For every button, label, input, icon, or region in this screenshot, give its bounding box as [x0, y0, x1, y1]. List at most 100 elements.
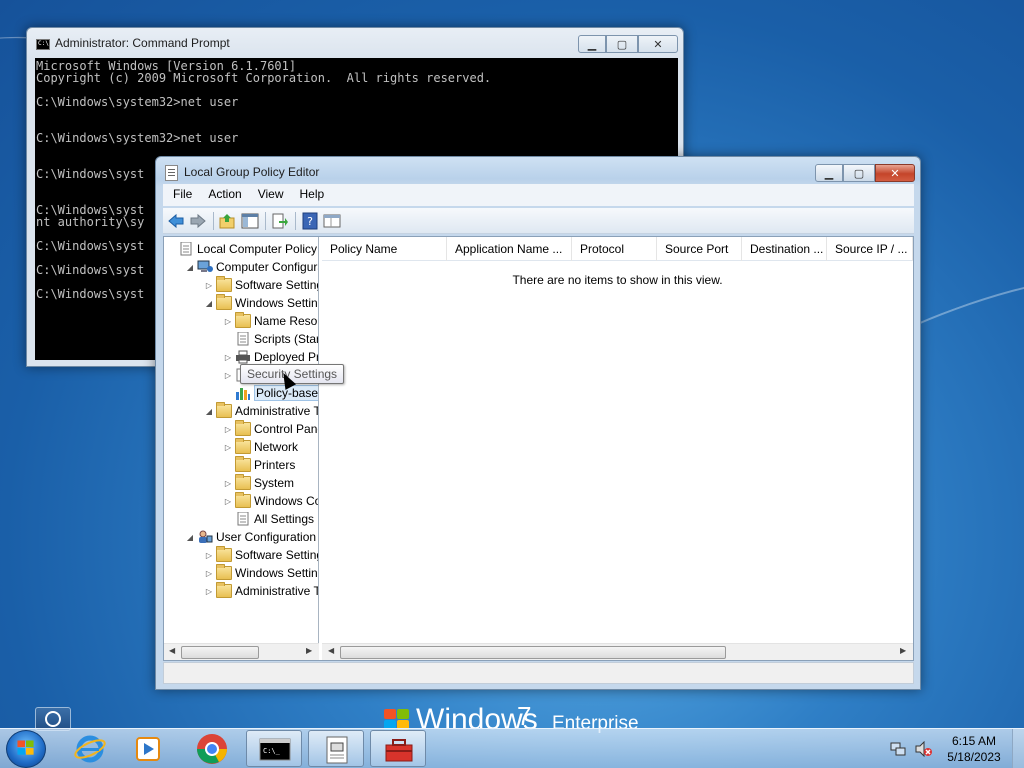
- close-button[interactable]: ✕: [638, 35, 678, 53]
- folder-icon: [235, 420, 251, 436]
- folder-icon: [235, 456, 251, 472]
- column-application-name[interactable]: Application Name ...: [447, 237, 572, 261]
- tree-node-label: Network: [254, 440, 299, 454]
- network-icon[interactable]: [890, 741, 906, 757]
- tree-node[interactable]: ▷ System: [223, 474, 294, 492]
- tree-node-label: Computer Configura: [216, 260, 319, 274]
- media-player-icon: [136, 737, 160, 761]
- policy-list-view[interactable]: Policy Name Application Name ... Protoco…: [322, 237, 913, 660]
- console-tree[interactable]: Local Computer Policy ◢ Computer Configura…: [164, 237, 319, 660]
- menu-view[interactable]: View: [248, 184, 290, 206]
- tree-node[interactable]: ▷ Name Resolu: [223, 312, 318, 330]
- tree-hscrollbar[interactable]: ◀ ▶: [164, 643, 319, 660]
- internet-explorer-icon: [74, 735, 106, 763]
- tree-expander-icon[interactable]: ◢: [185, 533, 195, 542]
- tree-node-label: Software Settings: [235, 278, 318, 292]
- group-policy-editor-window[interactable]: Local Group Policy Editor ▁ ▢ ✕ File Act…: [155, 156, 921, 690]
- tree-node-label: Windows Cor: [254, 494, 319, 508]
- tree-scroll-thumb[interactable]: [181, 646, 259, 659]
- minimize-button[interactable]: ▁: [815, 164, 843, 182]
- tree-expander-icon[interactable]: ▷: [223, 443, 233, 452]
- show-hide-tree-icon[interactable]: [241, 212, 259, 230]
- column-source-ip[interactable]: Source IP / ...: [827, 237, 913, 261]
- folder-icon: [216, 402, 232, 418]
- gpedit-title: Local Group Policy Editor: [184, 165, 320, 179]
- tree-expander-icon[interactable]: ▷: [223, 425, 233, 434]
- tree-node-label: Control Panel: [254, 422, 318, 436]
- menu-help[interactable]: Help: [290, 184, 331, 206]
- column-destination[interactable]: Destination ...: [742, 237, 827, 261]
- list-hscrollbar[interactable]: ◀ ▶: [322, 643, 913, 660]
- maximize-button[interactable]: ▢: [843, 164, 875, 182]
- close-button[interactable]: ✕: [875, 164, 915, 182]
- tree-node[interactable]: Scripts (Startu: [223, 330, 318, 348]
- forward-icon[interactable]: [189, 212, 207, 230]
- tree-node[interactable]: ▷ Windows Setting: [204, 564, 319, 582]
- tree-expander-icon[interactable]: ▷: [223, 317, 233, 326]
- tree-expander-icon[interactable]: ▷: [204, 281, 214, 290]
- menu-bar: File Action View Help: [163, 184, 914, 206]
- start-button[interactable]: [6, 730, 46, 768]
- tree-node-label: Name Resolu: [254, 314, 318, 328]
- tree-node[interactable]: ▷ Software Settings: [204, 276, 318, 294]
- up-folder-icon[interactable]: [219, 212, 237, 230]
- clock[interactable]: 6:15 AM 5/18/2023: [944, 733, 1004, 765]
- tree-expander-icon[interactable]: ◢: [185, 263, 195, 272]
- maximize-button[interactable]: ▢: [606, 35, 638, 53]
- tree-expander-icon[interactable]: ◢: [204, 299, 214, 308]
- tree-node-label: Windows Setting: [235, 566, 319, 580]
- tree-node[interactable]: ▷ Network: [223, 438, 298, 456]
- tree-expander-icon[interactable]: ▷: [223, 353, 233, 362]
- tree-node[interactable]: ▷ Windows Cor: [223, 492, 319, 510]
- taskbar-chrome[interactable]: [184, 730, 240, 767]
- volume-muted-icon[interactable]: [914, 741, 932, 757]
- column-headers: Policy Name Application Name ... Protoco…: [322, 237, 913, 261]
- column-protocol[interactable]: Protocol: [572, 237, 657, 261]
- minimize-button[interactable]: ▁: [578, 35, 606, 53]
- tree-node[interactable]: ◢ Administrative Te: [204, 402, 319, 420]
- tree-node[interactable]: Policy-based: [223, 384, 318, 402]
- taskbar-media-player[interactable]: [120, 730, 176, 767]
- tree-node[interactable]: ▷ Administrative Te: [204, 582, 318, 600]
- help-icon[interactable]: ?: [301, 212, 319, 230]
- tree-expander-icon[interactable]: ▷: [223, 497, 233, 506]
- properties-pane-icon[interactable]: [323, 212, 341, 230]
- taskbar-group-policy[interactable]: [308, 730, 364, 767]
- tree-expander-icon[interactable]: ▷: [204, 551, 214, 560]
- tree-node-label: Administrative Te: [235, 404, 319, 418]
- taskbar-toolbox[interactable]: [370, 730, 426, 767]
- tree-node-label: System: [254, 476, 295, 490]
- menu-file[interactable]: File: [163, 184, 198, 206]
- back-icon[interactable]: [167, 212, 185, 230]
- tree-node[interactable]: All Settings: [223, 510, 314, 528]
- column-source-port[interactable]: Source Port: [657, 237, 742, 261]
- taskbar-ie[interactable]: [62, 730, 118, 767]
- tree-node[interactable]: ◢ Windows Setting: [204, 294, 318, 312]
- gpedit-window-buttons: ▁ ▢ ✕: [815, 164, 915, 182]
- menu-action[interactable]: Action: [198, 184, 247, 206]
- list-scroll-thumb[interactable]: [340, 646, 726, 659]
- column-policy-name[interactable]: Policy Name: [322, 237, 447, 261]
- folder-icon: [216, 276, 232, 292]
- tree-node[interactable]: ◢ User Configuration: [185, 528, 316, 546]
- tree-expander-icon[interactable]: ▷: [204, 569, 214, 578]
- client-area: Local Computer Policy ◢ Computer Configura…: [163, 236, 914, 661]
- tree-node[interactable]: ▷ Software Settings: [204, 546, 318, 564]
- tree-expander-icon[interactable]: ▷: [204, 587, 214, 596]
- policy-document-icon: [237, 512, 249, 526]
- export-list-icon[interactable]: [271, 212, 289, 230]
- tree-expander-icon[interactable]: ▷: [223, 371, 233, 380]
- tree-node[interactable]: ◢ Computer Configura: [185, 258, 319, 276]
- folder-icon: [216, 294, 232, 310]
- tree-node[interactable]: ▷ Control Panel: [223, 420, 318, 438]
- tree-node[interactable]: Local Computer Policy: [166, 240, 317, 258]
- tree-node-label: User Configuration: [216, 530, 317, 544]
- tree-expander-icon[interactable]: ▷: [223, 479, 233, 488]
- empty-list-message: There are no items to show in this view.: [512, 273, 723, 287]
- tree-node[interactable]: Printers: [223, 456, 295, 474]
- show-desktop-button[interactable]: [1012, 729, 1024, 768]
- tree-node-label: Printers: [254, 458, 296, 472]
- taskbar-command-prompt[interactable]: C:\_: [246, 730, 302, 767]
- tree-expander-icon[interactable]: ◢: [204, 407, 214, 416]
